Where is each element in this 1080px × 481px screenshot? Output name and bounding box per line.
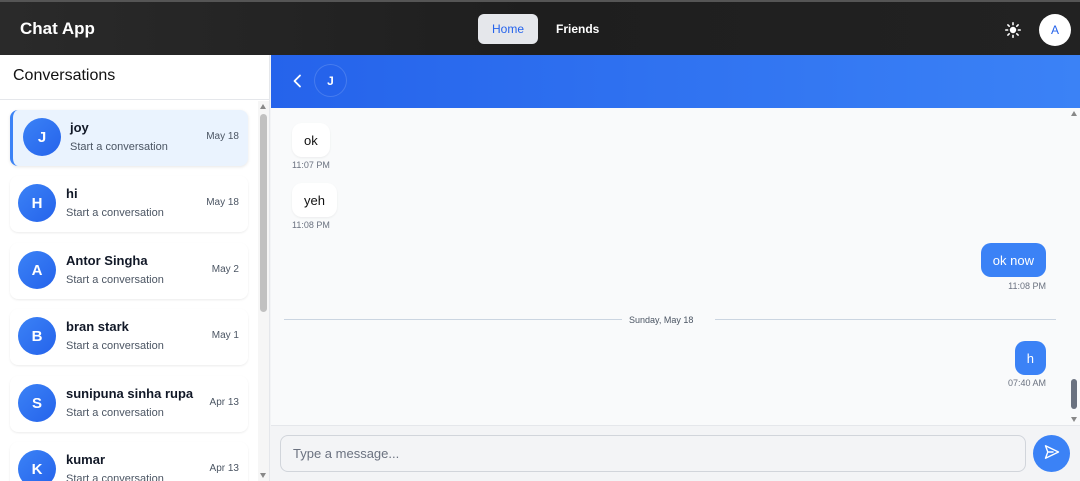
conversation-date: Apr 13 [209, 463, 239, 474]
conversation-preview: Start a conversation [66, 407, 164, 419]
messages-scrollbar[interactable] [1068, 108, 1080, 425]
message-time: 11:08 PM [292, 220, 330, 230]
message-composer [271, 425, 1080, 481]
send-icon [1044, 444, 1060, 463]
conversation-name: kumar [66, 452, 106, 467]
message-time: 07:40 AM [1007, 378, 1046, 388]
message-list: ok 11:07 PM yeh 11:08 PM ok now 11:08 PM… [271, 108, 1080, 425]
conversation-item[interactable]: B bran stark Start a conversation May 1 [10, 309, 248, 365]
conversation-date: May 2 [211, 264, 239, 275]
avatar: A [18, 251, 56, 289]
date-divider-line [284, 319, 622, 320]
contact-avatar[interactable]: J [315, 65, 346, 96]
conversation-item[interactable]: K kumar Start a conversation Apr 13 [10, 442, 248, 481]
chevron-left-icon[interactable] [289, 71, 305, 91]
scroll-up-arrow-icon[interactable] [1071, 111, 1077, 116]
avatar: H [18, 184, 56, 222]
send-button[interactable] [1033, 435, 1070, 472]
conversation-preview: Start a conversation [66, 473, 164, 481]
outgoing-message: ok now [980, 243, 1046, 277]
conversation-name: Antor Singha [66, 253, 148, 268]
conversation-item[interactable]: H hi Start a conversation May 18 [10, 176, 248, 232]
scroll-down-arrow-icon[interactable] [1071, 417, 1077, 422]
date-divider: Sunday, May 18 [629, 315, 694, 325]
conversation-date: May 1 [211, 330, 239, 341]
chat-header: J [271, 55, 1080, 108]
sidebar-scrollbar[interactable] [258, 101, 269, 481]
conversation-preview: Start a conversation [66, 207, 164, 219]
conversation-list: J joy Start a conversation May 18 H hi S… [0, 101, 258, 481]
conversation-item[interactable]: S sunipuna sinha rupa Start a conversati… [10, 376, 248, 432]
avatar: S [18, 384, 56, 422]
user-avatar[interactable]: A [1039, 14, 1071, 46]
scrollbar-thumb[interactable] [1071, 379, 1077, 409]
sidebar-title: Conversations [0, 55, 269, 100]
conversation-name: sunipuna sinha rupa [66, 386, 194, 401]
conversation-item[interactable]: A Antor Singha Start a conversation May … [10, 243, 248, 299]
sun-icon[interactable] [1003, 20, 1023, 40]
top-navbar: Chat App Home Friends A [0, 0, 1080, 55]
scrollbar-thumb[interactable] [260, 114, 267, 312]
scroll-down-arrow-icon[interactable] [260, 473, 266, 478]
conversation-date: Apr 13 [209, 397, 239, 408]
incoming-message: ok [292, 123, 330, 157]
conversation-name: bran stark [66, 319, 129, 334]
message-time: 11:08 PM [1008, 281, 1046, 291]
conversation-preview: Start a conversation [70, 141, 168, 153]
avatar: J [23, 118, 61, 156]
incoming-message: yeh [292, 183, 337, 217]
scroll-up-arrow-icon[interactable] [260, 104, 266, 109]
conversation-name: joy [70, 120, 89, 135]
nav-friends-button[interactable]: Friends [542, 14, 613, 44]
main-nav: Home Friends [478, 14, 613, 44]
conversation-item[interactable]: J joy Start a conversation May 18 [10, 110, 248, 166]
app-title[interactable]: Chat App [20, 19, 95, 39]
avatar: K [18, 450, 56, 481]
conversation-date: May 18 [206, 197, 239, 208]
conversations-sidebar: Conversations J joy Start a conversation… [0, 55, 270, 481]
message-input[interactable] [280, 435, 1026, 472]
conversation-preview: Start a conversation [66, 274, 164, 286]
nav-home-button[interactable]: Home [478, 14, 539, 44]
conversation-name: hi [66, 186, 78, 201]
message-time: 11:07 PM [292, 160, 330, 170]
outgoing-message: h [1014, 341, 1046, 375]
conversation-date: May 18 [206, 131, 239, 142]
avatar: B [18, 317, 56, 355]
date-divider-line [715, 319, 1056, 320]
conversation-preview: Start a conversation [66, 340, 164, 352]
